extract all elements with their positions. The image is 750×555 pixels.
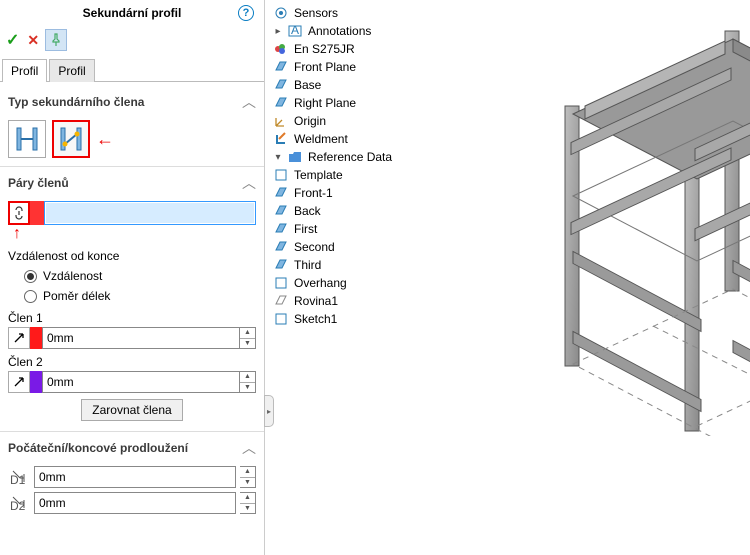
- chevron-up-icon: ︿: [242, 173, 256, 193]
- tab-profile-2[interactable]: Profil: [49, 59, 94, 82]
- tree-item[interactable]: Right Plane: [294, 96, 356, 110]
- tabs: Profil Profil: [0, 58, 264, 82]
- tree-item[interactable]: Second: [294, 240, 335, 254]
- type-option-2[interactable]: [52, 120, 90, 158]
- sketch-icon: [273, 311, 289, 327]
- panel-header: Sekundární profil ?: [0, 0, 264, 26]
- plane-icon: [273, 59, 289, 75]
- material-icon: [273, 41, 289, 57]
- tree-item[interactable]: Template: [294, 168, 343, 182]
- chain-button[interactable]: [8, 201, 30, 225]
- member1-color: [30, 327, 42, 349]
- svg-text:D2: D2: [10, 499, 26, 512]
- type-option-1[interactable]: [8, 120, 46, 158]
- section-secondary-type[interactable]: Typ sekundárního člena ︿: [0, 86, 264, 116]
- expander-icon[interactable]: ▾: [273, 152, 283, 163]
- ok-button[interactable]: ✓: [4, 28, 21, 52]
- tree-item[interactable]: Weldment: [294, 132, 348, 146]
- svg-text:D1: D1: [10, 473, 26, 486]
- sketch-icon: [273, 167, 289, 183]
- plane-icon: [273, 221, 289, 237]
- member2-spinner[interactable]: ▲▼: [240, 371, 256, 393]
- annotations-icon: A: [287, 23, 303, 39]
- member2-label: Člen 2: [8, 349, 256, 371]
- ext1-input[interactable]: 0mm: [34, 466, 236, 488]
- panel-title: Sekundární profil: [8, 6, 256, 20]
- help-icon[interactable]: ?: [238, 5, 254, 21]
- ext2-input[interactable]: 0mm: [34, 492, 236, 514]
- plane-icon: [273, 185, 289, 201]
- tab-profile-1[interactable]: Profil: [2, 59, 47, 82]
- d1-icon: D1: [8, 466, 30, 488]
- pair-color-swatch: [30, 201, 44, 225]
- pair-selection-input[interactable]: [44, 201, 256, 225]
- plane-icon: [273, 239, 289, 255]
- tree-item[interactable]: Sketch1: [294, 312, 337, 326]
- tree-item[interactable]: Third: [294, 258, 321, 272]
- tree-item[interactable]: Annotations: [308, 24, 371, 38]
- model-viewport[interactable]: [465, 6, 750, 436]
- d2-icon: D2: [8, 492, 30, 514]
- tree-item[interactable]: Base: [294, 78, 321, 92]
- distance-label: Vzdálenost od konce: [8, 243, 256, 265]
- tree-item[interactable]: En S275JR: [294, 42, 355, 56]
- ext1-spinner[interactable]: ▲▼: [240, 466, 256, 488]
- expander-icon[interactable]: ▸: [273, 26, 283, 37]
- tree-item[interactable]: Front-1: [294, 186, 333, 200]
- chevron-up-icon: ︿: [242, 438, 256, 458]
- tree-item[interactable]: Reference Data: [308, 150, 392, 164]
- sensors-icon: [273, 5, 289, 21]
- plane-icon: [273, 257, 289, 273]
- tree-item[interactable]: Front Plane: [294, 60, 356, 74]
- plane-icon: [273, 95, 289, 111]
- flip-button-2[interactable]: [8, 371, 30, 393]
- tree-item[interactable]: Sensors: [294, 6, 338, 20]
- align-member-button[interactable]: Zarovnat člena: [81, 399, 182, 421]
- section-pairs[interactable]: Páry členů ︿: [0, 166, 264, 197]
- member2-input[interactable]: 0mm: [42, 371, 240, 393]
- tree-item[interactable]: First: [294, 222, 317, 236]
- tree-item[interactable]: Origin: [294, 114, 326, 128]
- chevron-up-icon: ︿: [242, 92, 256, 112]
- tree-item[interactable]: Rovina1: [294, 294, 338, 308]
- ext2-spinner[interactable]: ▲▼: [240, 492, 256, 514]
- pin-button[interactable]: [45, 29, 67, 51]
- radio-distance[interactable]: Vzdálenost: [8, 265, 256, 285]
- member2-color: [30, 371, 42, 393]
- radio-checked-icon: [24, 270, 37, 283]
- tree-item[interactable]: Back: [294, 204, 321, 218]
- tree-item[interactable]: Overhang: [294, 276, 347, 290]
- radio-icon: [24, 290, 37, 303]
- weldment-icon: [273, 131, 289, 147]
- member1-spinner[interactable]: ▲▼: [240, 327, 256, 349]
- section-extension[interactable]: Počáteční/koncové prodloužení ︿: [0, 431, 264, 462]
- sketch-icon: [273, 275, 289, 291]
- radio-ratio[interactable]: Poměr délek: [8, 285, 256, 305]
- plane-icon: [273, 203, 289, 219]
- svg-text:A: A: [291, 23, 299, 37]
- member1-input[interactable]: 0mm: [42, 327, 240, 349]
- origin-icon: [273, 113, 289, 129]
- callout-arrow-icon: ←: [96, 129, 114, 150]
- folder-icon: [287, 149, 303, 165]
- plane-icon: [273, 293, 289, 309]
- graphics-area[interactable]: Sensors ▸ A Annotations En S275JR Front Pl…: [265, 0, 750, 555]
- panel-expand-handle[interactable]: ▸: [264, 395, 274, 427]
- cancel-button[interactable]: ✕: [25, 30, 41, 51]
- callout-up-arrow-icon: ↑: [13, 225, 256, 243]
- flip-button-1[interactable]: [8, 327, 30, 349]
- plane-icon: [273, 77, 289, 93]
- member1-label: Člen 1: [8, 305, 256, 327]
